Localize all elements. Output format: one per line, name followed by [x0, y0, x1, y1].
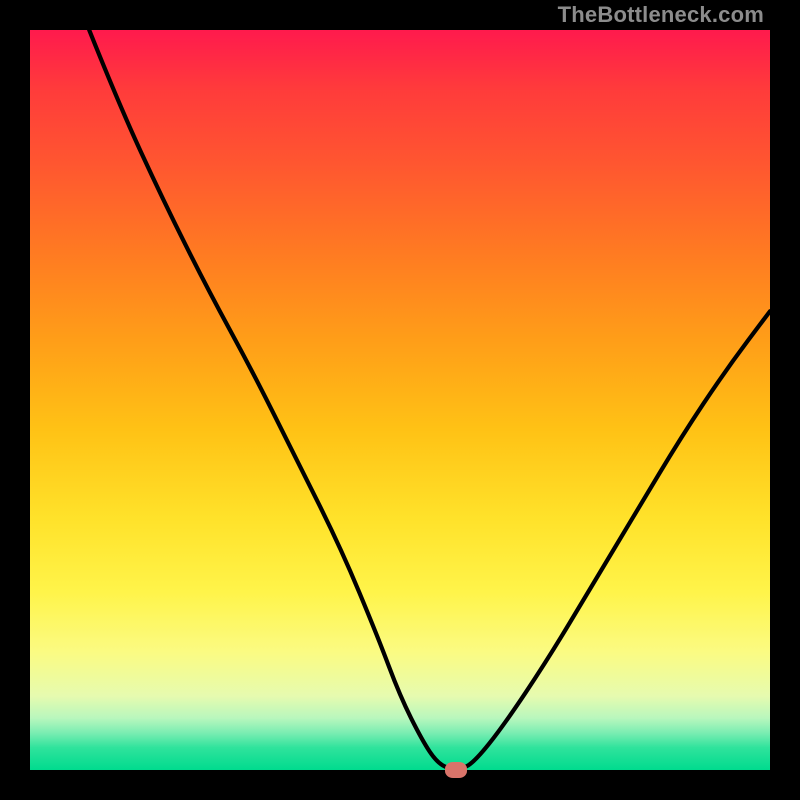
chart-frame: TheBottleneck.com — [0, 0, 800, 800]
bottleneck-curve — [30, 30, 770, 770]
optimal-point-marker — [445, 762, 467, 778]
watermark-text: TheBottleneck.com — [558, 2, 764, 28]
